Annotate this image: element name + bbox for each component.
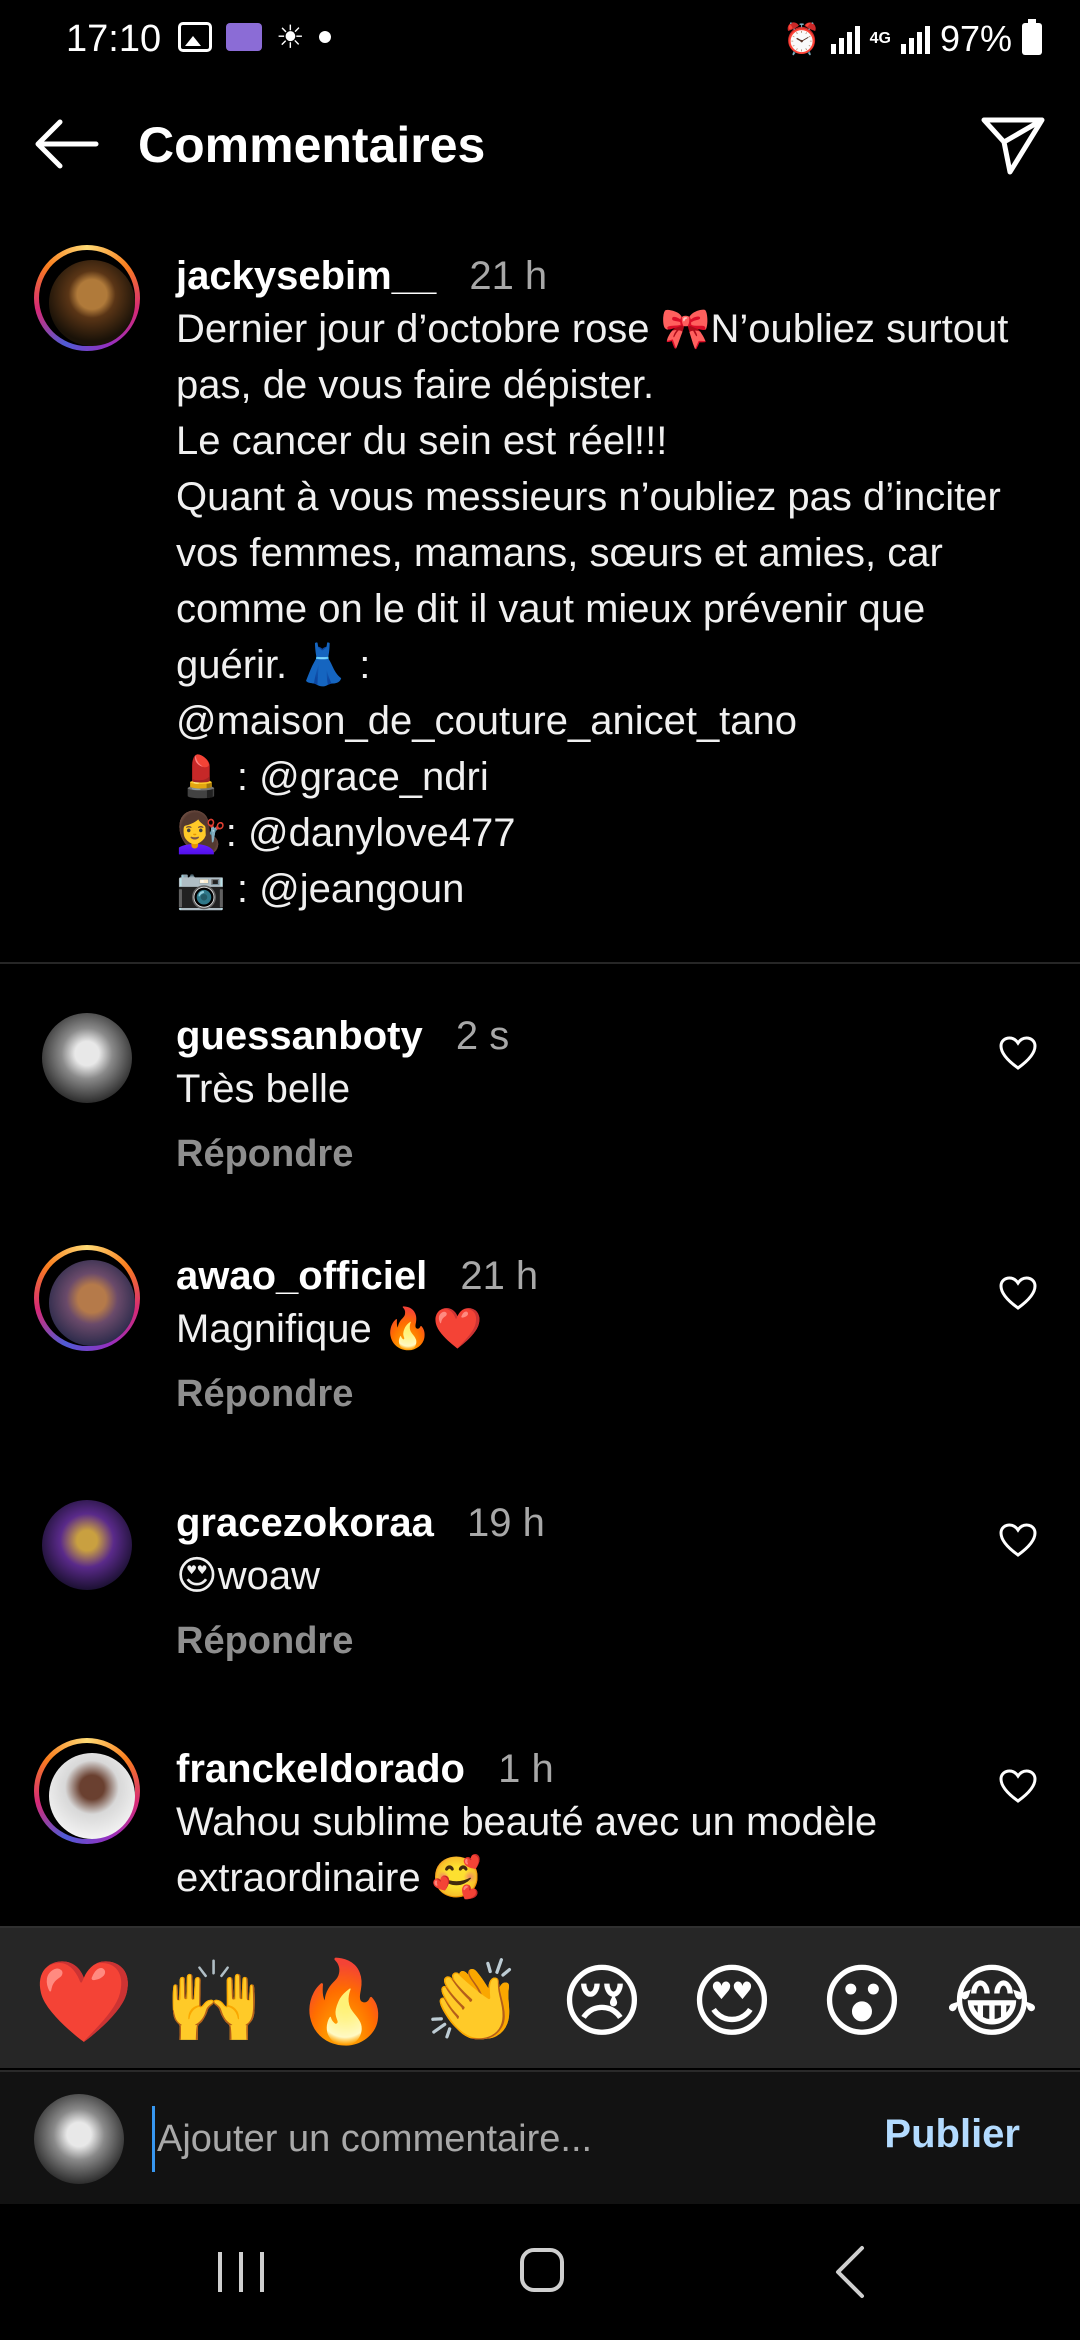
- comment-composer: Publier: [0, 2070, 1080, 2204]
- reply-button[interactable]: Répondre: [176, 1369, 976, 1419]
- avatar: [49, 260, 135, 346]
- comment-time: 19 h: [467, 1501, 545, 1545]
- comment-username[interactable]: guessanboty: [176, 1014, 423, 1058]
- comment-item: gracezokoraa 19 h 😍woaw Répondre: [0, 1492, 1080, 1732]
- emoji-cry-button[interactable]: 😢: [554, 1954, 650, 2050]
- comment-username[interactable]: gracezokoraa: [176, 1501, 434, 1545]
- status-time: 17:10: [66, 18, 162, 60]
- comment-username[interactable]: awao_officiel: [176, 1254, 427, 1298]
- comment-time: 2 s: [455, 1014, 510, 1058]
- avatar[interactable]: [42, 1500, 132, 1590]
- network-type-label: 4G: [869, 30, 891, 47]
- reply-button[interactable]: Répondre: [176, 1129, 976, 1179]
- emoji-reaction-bar: ❤️ 🙌 🔥 👏 😢 😍 😮 😂: [0, 1926, 1080, 2068]
- back-arrow-icon[interactable]: [30, 114, 100, 174]
- page-title: Commentaires: [138, 117, 486, 173]
- caption-avatar-story-ring[interactable]: [34, 245, 140, 351]
- comment-text: Très belle: [176, 1067, 351, 1111]
- gallery-notification-icon: [178, 22, 212, 52]
- heart-outline-icon[interactable]: [998, 1275, 1038, 1311]
- avatar: [49, 1260, 135, 1346]
- message-notification-icon: [226, 23, 262, 51]
- emoji-fire-button[interactable]: 🔥: [294, 1954, 394, 2050]
- publish-button[interactable]: Publier: [884, 2112, 1020, 2157]
- send-icon[interactable]: [980, 114, 1046, 176]
- avatar[interactable]: [42, 1013, 132, 1103]
- comment-username[interactable]: franckeldorado: [176, 1747, 465, 1791]
- comment-time: 21 h: [460, 1254, 539, 1298]
- emoji-laugh-button[interactable]: 😂: [944, 1954, 1040, 2050]
- nav-back-icon[interactable]: [830, 2244, 870, 2300]
- comment-item: guessanboty 2 s Très belle Répondre: [0, 1005, 1080, 1245]
- caption-username[interactable]: jackysebim__: [176, 254, 436, 298]
- comment-text: Wahou sublime beauté avec un modèle extr…: [176, 1800, 889, 1900]
- emoji-heart-button[interactable]: ❤️: [34, 1954, 134, 2050]
- system-navigation-bar: [0, 2206, 1080, 2340]
- status-bar: 17:10 ☀ ⏰ 4G 97%: [0, 0, 1080, 84]
- brightness-icon: ☀: [276, 19, 305, 55]
- avatar: [34, 2094, 124, 2184]
- caption-text: Dernier jour d’octobre rose 🎀N’oubliez s…: [176, 307, 1009, 911]
- battery-percent: 97%: [939, 18, 1012, 59]
- header: Commentaires: [0, 100, 1080, 190]
- home-icon[interactable]: [520, 2248, 564, 2292]
- heart-outline-icon[interactable]: [998, 1522, 1038, 1558]
- comment-text: 😍woaw: [176, 1554, 320, 1598]
- avatar-story-ring[interactable]: [34, 1245, 140, 1351]
- comment-text: Magnifique 🔥❤️: [176, 1307, 483, 1351]
- heart-outline-icon[interactable]: [998, 1035, 1038, 1071]
- more-notifications-icon: [318, 31, 331, 43]
- comment-time: 1 h: [498, 1747, 554, 1791]
- reply-button[interactable]: Répondre: [176, 1616, 976, 1666]
- recent-apps-icon[interactable]: [218, 2252, 264, 2292]
- caption-time: 21 h: [469, 254, 548, 298]
- heart-outline-icon[interactable]: [998, 1768, 1038, 1804]
- battery-icon: [1022, 19, 1042, 55]
- avatar-story-ring[interactable]: [34, 1738, 140, 1844]
- notification-icons: ☀: [178, 19, 331, 55]
- signal-icon-secondary: [900, 24, 930, 54]
- comment-input[interactable]: [152, 2106, 852, 2172]
- divider: [0, 962, 1080, 964]
- emoji-raised-hands-button[interactable]: 🙌: [164, 1954, 264, 2050]
- comment-item: awao_officiel 21 h Magnifique 🔥❤️ Répond…: [0, 1245, 1080, 1485]
- emoji-clap-button[interactable]: 👏: [424, 1954, 524, 2050]
- system-icons: ⏰ 4G 97%: [783, 18, 1042, 60]
- emoji-surprised-button[interactable]: 😮: [814, 1954, 910, 2050]
- signal-icon: [830, 24, 860, 54]
- avatar: [49, 1753, 135, 1839]
- alarm-icon: ⏰: [783, 22, 821, 56]
- emoji-heart-eyes-button[interactable]: 😍: [684, 1954, 780, 2050]
